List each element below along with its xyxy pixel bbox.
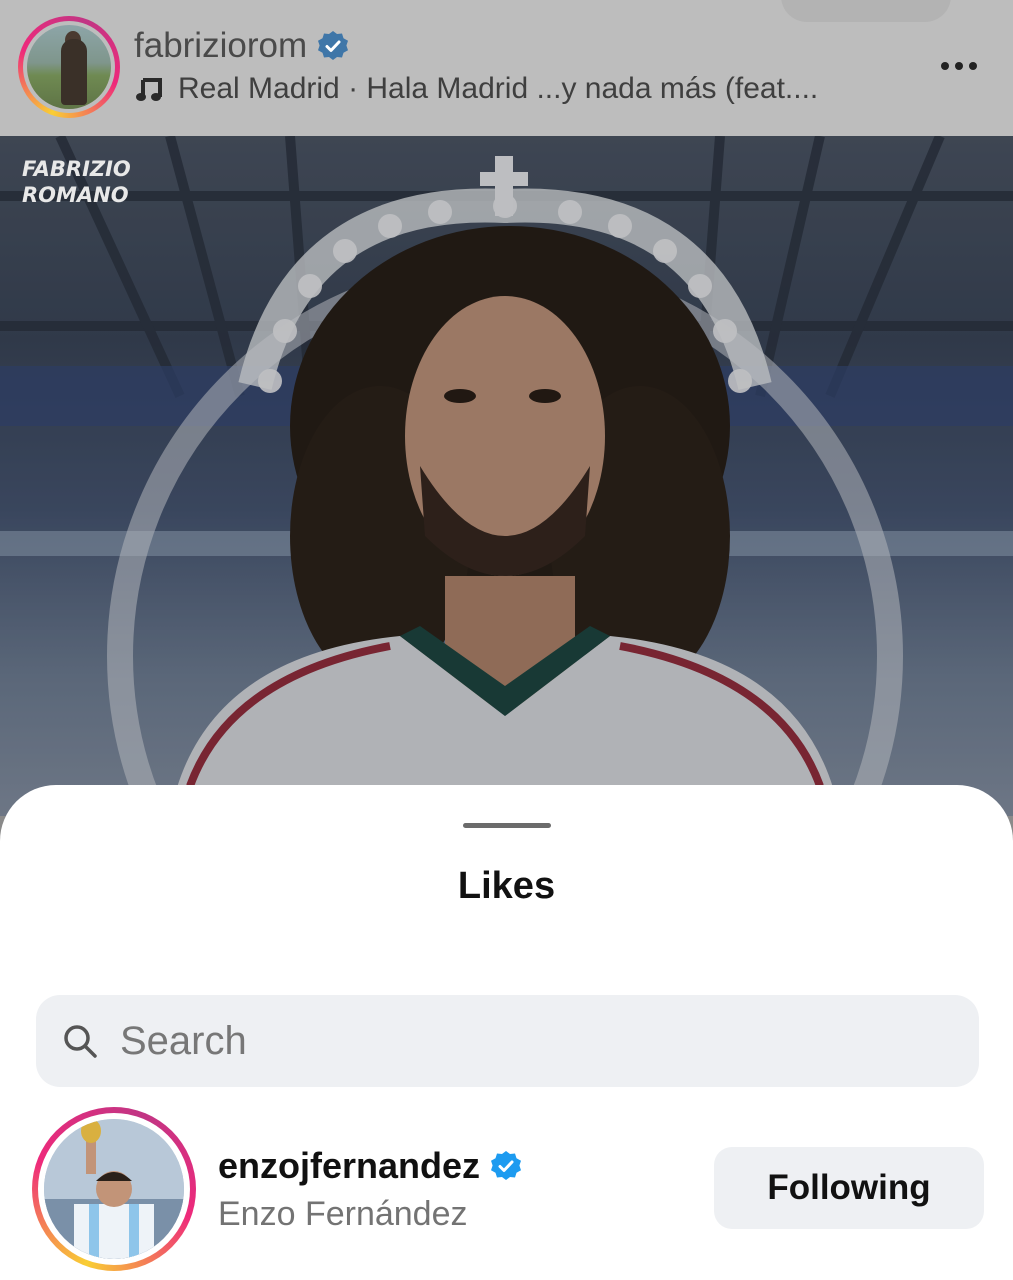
watermark-line-2: ROMANO: [22, 183, 129, 207]
audio-track-label: Real Madrid · Hala Madrid ...y nada más …: [178, 72, 819, 105]
top-pill-button[interactable]: [781, 0, 951, 22]
watermark-logo: FABRIZIO ROMANO: [22, 156, 131, 208]
likes-bottom-sheet: Likes en: [0, 785, 1013, 1280]
user-avatar[interactable]: [32, 1107, 196, 1271]
post-username-text: fabriziorom: [134, 26, 308, 65]
post-audio-track[interactable]: Real Madrid · Hala Madrid ...y nada más …: [134, 72, 818, 106]
music-note-icon: [136, 78, 162, 101]
verified-badge-icon: [318, 31, 349, 60]
sheet-title: Likes: [457, 865, 556, 907]
avatar-photo: [27, 25, 111, 109]
user-username-text: enzojfernandez: [218, 1145, 481, 1186]
post-image[interactable]: FABRIZIO ROMANO: [0, 136, 1013, 816]
following-button[interactable]: Following: [714, 1147, 984, 1229]
search-bar[interactable]: [36, 995, 979, 1087]
search-input[interactable]: [120, 1018, 940, 1064]
post-author-username[interactable]: fabriziorom: [134, 26, 349, 66]
sheet-grabber-handle[interactable]: [463, 823, 551, 828]
post-author-avatar[interactable]: [18, 16, 120, 118]
player-photo: [0, 136, 1013, 816]
user-avatar-photo: [44, 1119, 184, 1259]
watermark-line-1: FABRIZIO: [22, 157, 131, 181]
more-options-button[interactable]: [935, 46, 983, 86]
verified-badge-icon: [491, 1151, 522, 1180]
user-username[interactable]: enzojfernandez: [218, 1145, 522, 1187]
more-horizontal-icon: [941, 62, 977, 70]
user-full-name: Enzo Fernández: [218, 1195, 468, 1233]
search-icon: [64, 1025, 97, 1058]
list-item[interactable]: enzojfernandez Enzo Fernández Following: [0, 1105, 1013, 1275]
post-header: fabriziorom fabriziorom Real Madrid · Ha…: [0, 0, 1013, 136]
